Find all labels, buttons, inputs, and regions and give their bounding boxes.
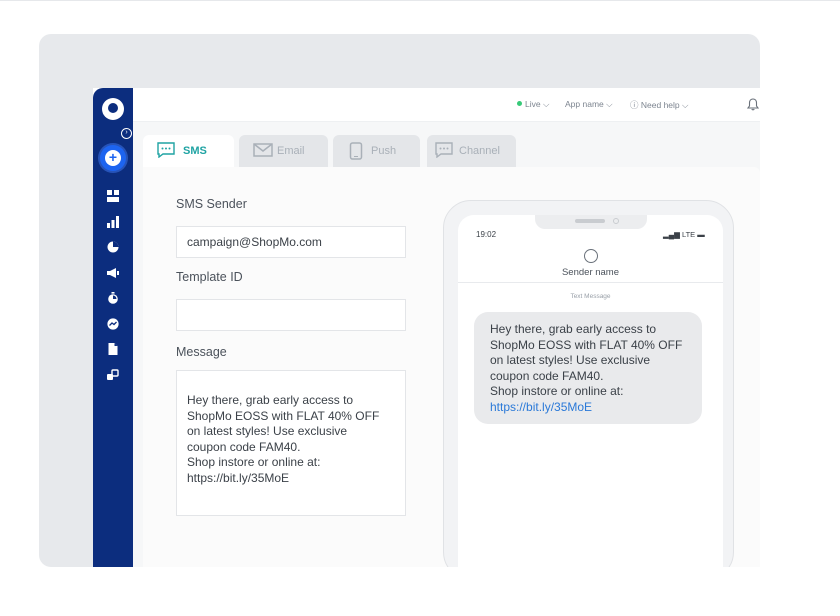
chevron-down-icon: ⌵	[682, 100, 689, 110]
template-id-input[interactable]	[176, 299, 406, 331]
divider	[458, 282, 723, 283]
integrations-icon[interactable]	[107, 369, 119, 381]
tab-sms[interactable]: SMS	[143, 135, 234, 167]
pie-chart-icon[interactable]	[107, 241, 119, 253]
logo-icon[interactable]	[102, 98, 124, 120]
timer-icon[interactable]	[107, 292, 119, 304]
notification-bell-icon[interactable]	[746, 98, 760, 111]
phone-preview: 19:02 ▂▄▆ LTE ▬ Sender name Text Message…	[443, 200, 734, 567]
live-dot-icon	[517, 101, 522, 106]
chat-icon	[435, 142, 453, 161]
need-help-dropdown[interactable]: ⓘ Need help ⌵	[630, 99, 688, 111]
tab-email[interactable]: Email	[239, 135, 328, 167]
help-icon: ⓘ	[630, 100, 639, 110]
top-border	[0, 0, 840, 1]
chevron-down-icon: ⌵	[542, 99, 550, 109]
live-status-dropdown[interactable]: Live ⌵	[517, 99, 549, 110]
phone-time: 19:02	[476, 230, 497, 239]
message-label: Message	[176, 345, 227, 359]
sms-icon	[157, 142, 175, 161]
template-id-label: Template ID	[176, 270, 243, 284]
tab-push[interactable]: Push	[333, 135, 420, 167]
message-textarea[interactable]: Hey there, grab early access to ShopMo E…	[176, 370, 406, 516]
phone-notch	[535, 215, 647, 229]
text-message-caption: Text Message	[570, 293, 611, 300]
document-icon[interactable]	[107, 343, 119, 355]
bubble-link[interactable]: https://bit.ly/35MoE	[490, 400, 592, 414]
speaker-grill	[575, 219, 605, 223]
messenger-icon[interactable]	[107, 318, 119, 330]
phone-status-bar: ▂▄▆ LTE ▬	[663, 230, 705, 239]
message-bubble: Hey there, grab early access to ShopMo E…	[474, 312, 702, 424]
megaphone-icon[interactable]	[107, 267, 119, 279]
camera-icon	[613, 218, 619, 224]
phone-icon	[349, 142, 363, 163]
app-window: › Live ⌵ App name ⌵	[93, 88, 760, 567]
bar-chart-icon[interactable]	[107, 216, 119, 228]
sender-name: Sender name	[561, 267, 620, 278]
top-header: Live ⌵ App name ⌵ ⓘ Need help ⌵ Mo	[133, 88, 760, 122]
app-name-dropdown[interactable]: App name ⌵	[565, 99, 613, 110]
sidebar: ›	[93, 88, 133, 567]
contact-avatar-icon	[584, 249, 598, 263]
create-campaign-button[interactable]	[100, 145, 126, 171]
signal-icon: ▂▄▆	[663, 230, 680, 239]
battery-icon: ▬	[697, 230, 705, 239]
phone-screen: 19:02 ▂▄▆ LTE ▬ Sender name Text Message…	[458, 215, 723, 567]
sms-sender-input[interactable]: campaign@ShopMo.com	[176, 226, 406, 258]
email-icon	[253, 142, 273, 161]
content-area: SMS Email Push Channel SMS Sender campai…	[133, 122, 760, 567]
collapse-sidebar-icon[interactable]: ›	[121, 128, 132, 139]
bubble-text: Hey there, grab early access to ShopMo E…	[490, 322, 683, 398]
sms-sender-label: SMS Sender	[176, 197, 247, 211]
chevron-down-icon: ⌵	[606, 99, 613, 109]
sms-editor-panel: SMS Sender campaign@ShopMo.com Template …	[143, 167, 760, 567]
tab-channel[interactable]: Channel	[427, 135, 516, 167]
dashboard-icon[interactable]	[107, 190, 119, 202]
